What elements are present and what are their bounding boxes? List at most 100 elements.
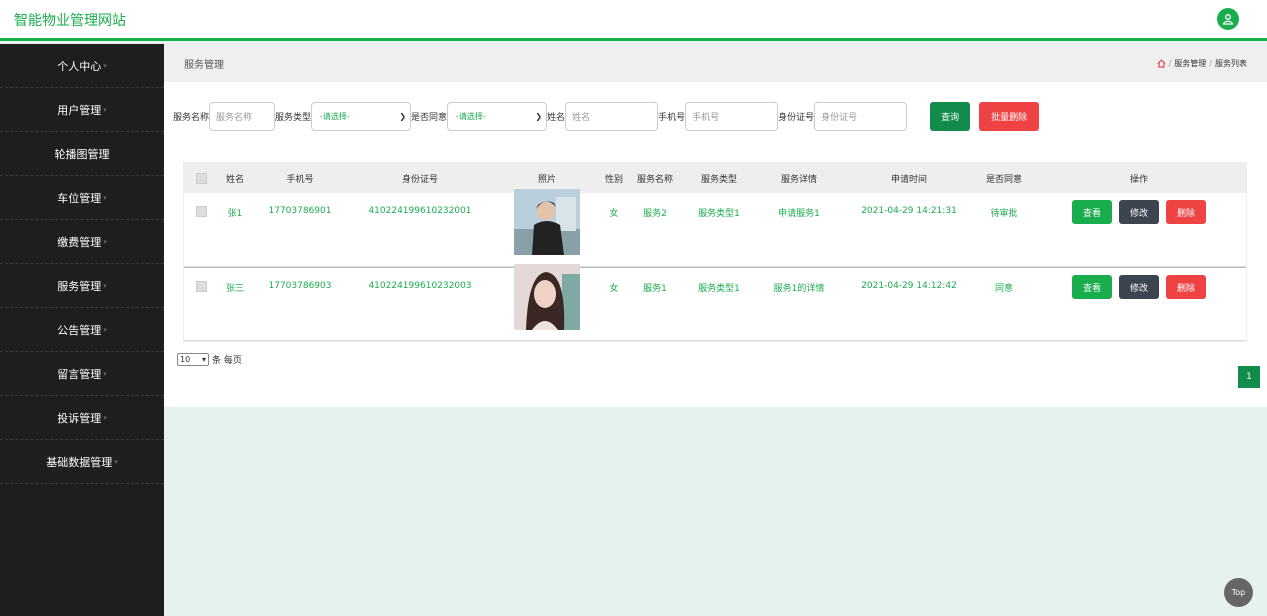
table-header: 姓名 手机号 身份证号 照片 性别 服务名称 服务类型 服务详情 申请时间 是否… <box>184 163 1246 193</box>
column-header: 操作 <box>1129 174 1148 185</box>
breadcrumb-separator: / <box>1209 58 1212 68</box>
delete-button[interactable]: 删除 <box>1166 275 1206 299</box>
name-input[interactable]: 姓名 <box>565 102 659 131</box>
cell-service: 服务2 <box>643 209 667 219</box>
phone-label: 手机号 <box>658 113 686 123</box>
chevron-down-icon: ▾ <box>103 413 107 422</box>
chevron-down-icon: ▾ <box>103 61 107 70</box>
site-title: 智能物业管理网站 <box>14 13 126 29</box>
column-header: 手机号 <box>286 174 314 185</box>
service-table: 姓名 手机号 身份证号 照片 性别 服务名称 服务类型 服务详情 申请时间 是否… <box>183 162 1247 342</box>
breadcrumb-service-list: 服务列表 <box>1215 58 1247 68</box>
idcard-label: 身份证号 <box>778 113 815 123</box>
page-number-button[interactable]: 1 <box>1238 366 1260 388</box>
top-bar: 智能物业管理网站 <box>0 0 1267 41</box>
cell-phone: 17703786901 <box>268 206 332 216</box>
service-type-label: 服务类型 <box>275 113 312 123</box>
phone-input[interactable]: 手机号 <box>685 102 779 131</box>
column-header: 服务类型 <box>700 174 737 185</box>
chevron-down-icon: ▾ <box>201 355 206 364</box>
row-actions: 查看 修改 删除 <box>1034 275 1244 299</box>
search-button[interactable]: 查询 <box>930 102 971 131</box>
page-title: 服务管理 <box>184 59 224 71</box>
cell-sex: 女 <box>609 209 619 219</box>
cell-idcard: 410224199610232003 <box>368 281 472 291</box>
filter-bar: 服务名称 服务名称 服务类型 -请选择- ❯ 是否同意 -请选择- ❯ 姓名 姓名 … <box>173 102 1040 131</box>
table-row: 张1 17703786901 410224199610232001 女 服务2 <box>184 189 1246 267</box>
breadcrumb-service[interactable]: 服务管理 <box>1174 58 1206 69</box>
user-avatar-button[interactable] <box>1217 8 1239 30</box>
column-header: 服务名称 <box>636 174 673 185</box>
sidebar-item-parking[interactable]: 车位管理 ▾ <box>0 176 164 220</box>
cell-sex: 女 <box>609 284 619 294</box>
chevron-down-icon: ▾ <box>103 237 107 246</box>
delete-button[interactable]: 删除 <box>1166 200 1206 224</box>
user-photo <box>514 189 580 255</box>
name-label: 姓名 <box>547 113 566 123</box>
batch-delete-button[interactable]: 批量删除 <box>979 102 1040 131</box>
title-bar: 服务管理 / 服务管理 / 服务列表 <box>164 44 1267 82</box>
table-row: 张三 17703786903 410224199610232003 女 服务1 … <box>184 264 1246 341</box>
edit-button[interactable]: 修改 <box>1119 275 1159 299</box>
cell-name: 张1 <box>227 209 243 219</box>
row-checkbox[interactable] <box>195 206 207 217</box>
cell-agree: 待审批 <box>990 209 1018 219</box>
chevron-down-icon: ▾ <box>103 281 107 290</box>
breadcrumb-separator: / <box>1168 58 1172 68</box>
row-checkbox[interactable] <box>195 281 207 292</box>
sidebar-item-basedata[interactable]: 基础数据管理 ▾ <box>0 440 164 484</box>
edit-button[interactable]: 修改 <box>1119 200 1159 224</box>
page-size-control: 10 ▾ 条 每页 <box>177 353 242 366</box>
view-button[interactable]: 查看 <box>1072 200 1112 224</box>
back-to-top-button[interactable]: Top <box>1224 578 1253 607</box>
main-panel: 服务管理 / 服务管理 / 服务列表 服务名称 服务名称 服务类型 -请选择- ❯… <box>164 44 1267 407</box>
sidebar-item-service[interactable]: 服务管理 ▾ <box>0 264 164 308</box>
chevron-down-icon: ▾ <box>103 369 107 378</box>
cell-detail: 服务1的详情 <box>773 284 825 294</box>
sidebar-item-payment[interactable]: 缴费管理 ▾ <box>0 220 164 264</box>
chevron-down-icon: ▾ <box>103 193 107 202</box>
sidebar-item-message[interactable]: 留言管理 ▾ <box>0 352 164 396</box>
column-header: 照片 <box>537 174 556 185</box>
sidebar-item-profile[interactable]: 个人中心 ▾ <box>0 44 164 88</box>
cell-type: 服务类型1 <box>698 209 740 219</box>
column-header: 姓名 <box>225 174 244 185</box>
cell-phone: 17703786903 <box>268 281 332 291</box>
select-all-checkbox[interactable] <box>195 172 207 184</box>
chevron-down-icon: ▾ <box>114 457 118 466</box>
chevron-down-icon: ❯ <box>535 112 543 121</box>
cell-time: 2021-04-29 14:12:42 <box>861 281 957 291</box>
service-type-select[interactable]: -请选择- ❯ <box>311 102 412 131</box>
cell-name: 张三 <box>225 284 244 294</box>
sidebar-item-notice[interactable]: 公告管理 ▾ <box>0 308 164 352</box>
cell-time: 2021-04-29 14:21:31 <box>861 206 957 216</box>
chevron-down-icon: ▾ <box>103 325 107 334</box>
column-header: 是否同意 <box>985 174 1022 185</box>
breadcrumb: / 服务管理 / 服务列表 <box>1157 58 1247 69</box>
page-size-label: 条 每页 <box>212 356 242 366</box>
service-name-label: 服务名称 <box>173 113 210 123</box>
user-icon <box>1222 14 1234 25</box>
row-actions: 查看 修改 删除 <box>1034 200 1244 224</box>
column-header: 服务详情 <box>780 174 817 185</box>
column-header: 性别 <box>604 174 623 185</box>
cell-type: 服务类型1 <box>698 284 740 294</box>
cell-service: 服务1 <box>643 284 667 294</box>
sidebar: 个人中心 ▾ 用户管理 ▾ 轮播图管理 车位管理 ▾ 缴费管理 ▾ 服务管理 ▾ 公告管理… <box>0 44 164 616</box>
home-icon[interactable] <box>1157 58 1166 68</box>
column-header: 申请时间 <box>890 174 927 185</box>
chevron-down-icon: ▾ <box>103 105 107 114</box>
page-size-select[interactable]: 10 ▾ <box>177 353 209 366</box>
cell-idcard: 410224199610232001 <box>368 206 472 216</box>
sidebar-item-complaint[interactable]: 投诉管理 ▾ <box>0 396 164 440</box>
service-name-input[interactable]: 服务名称 <box>209 102 276 131</box>
agree-label: 是否同意 <box>411 113 448 123</box>
agree-select[interactable]: -请选择- ❯ <box>447 102 548 131</box>
column-header: 身份证号 <box>401 174 438 185</box>
chevron-down-icon: ❯ <box>399 112 407 121</box>
sidebar-item-users[interactable]: 用户管理 ▾ <box>0 88 164 132</box>
sidebar-item-carousel[interactable]: 轮播图管理 <box>0 132 164 176</box>
cell-detail: 申请服务1 <box>778 209 820 219</box>
view-button[interactable]: 查看 <box>1072 275 1112 299</box>
idcard-input[interactable]: 身份证号 <box>814 102 908 131</box>
